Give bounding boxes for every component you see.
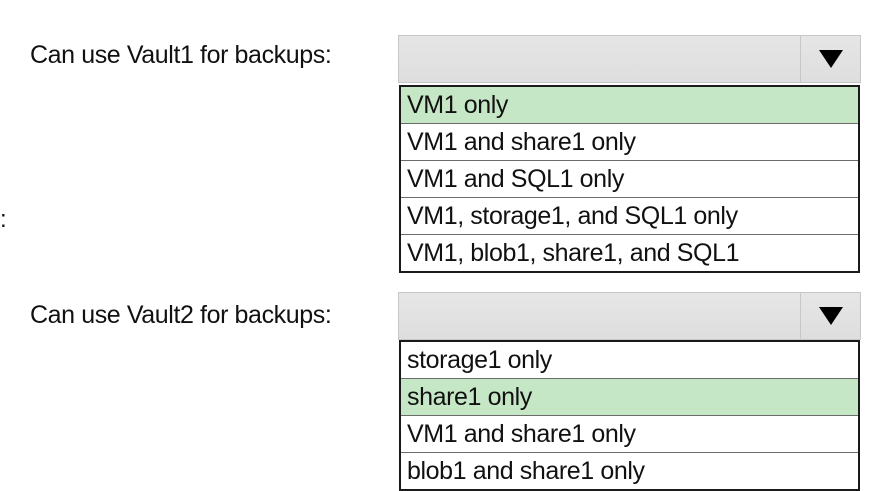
- vault1-options-list: VM1 only VM1 and share1 only VM1 and SQL…: [399, 85, 860, 273]
- vault1-question-label: Can use Vault1 for backups:: [30, 41, 332, 69]
- vault2-option-share1-only[interactable]: share1 only: [401, 379, 858, 416]
- vault2-option-storage1-only[interactable]: storage1 only: [401, 342, 858, 379]
- triangle-down-icon: [819, 307, 843, 325]
- vault1-option-vm1-storage1-sql1[interactable]: VM1, storage1, and SQL1 only: [401, 198, 858, 235]
- vault2-dropdown-button[interactable]: [800, 293, 860, 339]
- vault2-question-label: Can use Vault2 for backups:: [30, 301, 332, 329]
- vault2-options-list: storage1 only share1 only VM1 and share1…: [399, 340, 860, 491]
- vault1-option-vm1-only[interactable]: VM1 only: [401, 87, 858, 124]
- vault2-option-vm1-share1[interactable]: VM1 and share1 only: [401, 416, 858, 453]
- vault1-dropdown-button[interactable]: [800, 36, 860, 82]
- triangle-down-icon: [819, 50, 843, 68]
- stray-colon-text: :: [0, 206, 7, 233]
- vault2-option-blob1-share1[interactable]: blob1 and share1 only: [401, 453, 858, 489]
- vault1-option-vm1-share1[interactable]: VM1 and share1 only: [401, 124, 858, 161]
- vault1-option-vm1-sql1[interactable]: VM1 and SQL1 only: [401, 161, 858, 198]
- vault1-option-vm1-blob1-share1-sql1[interactable]: VM1, blob1, share1, and SQL1: [401, 235, 858, 271]
- vault1-dropdown[interactable]: [398, 35, 861, 83]
- vault2-dropdown[interactable]: [398, 292, 861, 340]
